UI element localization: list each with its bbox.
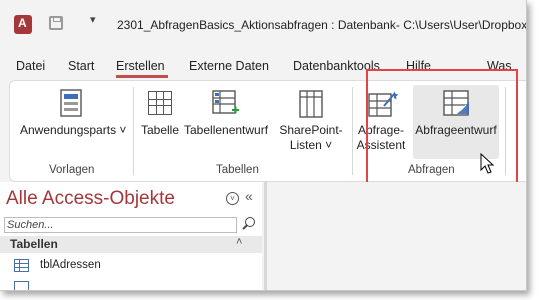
sharepoint-lists-icon xyxy=(299,90,323,118)
tab-start[interactable]: Start xyxy=(68,59,94,73)
document-area xyxy=(268,182,526,290)
window-title: 2301_AbfragenBasics_Aktionsabfragen : Da… xyxy=(117,18,527,32)
access-app-icon[interactable] xyxy=(14,15,32,34)
group-separator xyxy=(352,87,353,175)
table-icon xyxy=(14,259,29,272)
table-design-icon xyxy=(212,90,239,114)
anwendungsparts-button[interactable]: Anwendungsparts ˅ xyxy=(20,87,127,157)
tabellenentwurf-button[interactable]: Tabellenentwurf xyxy=(184,87,268,157)
tab-datei[interactable]: Datei xyxy=(16,59,45,73)
nav-search-input[interactable]: Suchen... xyxy=(4,217,237,233)
navigation-pane: Alle Access-Objekte ˅ « Suchen... Tabell… xyxy=(0,182,262,290)
nav-item-tbladressen[interactable]: tblAdressen xyxy=(10,257,260,275)
collapse-group-chevron-icon[interactable]: ˄ xyxy=(236,236,242,248)
table-icon xyxy=(148,91,172,115)
save-icon[interactable] xyxy=(49,16,63,30)
sharepoint-label-line2: Listen ˅ xyxy=(289,138,333,152)
application-parts-icon xyxy=(60,89,82,117)
anwendungsparts-label: Anwendungsparts ˅ xyxy=(20,123,127,137)
group-label-vorlagen: Vorlagen xyxy=(49,164,95,176)
sharepoint-listen-button[interactable]: SharePoint- Listen ˅ xyxy=(272,87,350,157)
group-separator xyxy=(133,87,134,175)
nav-group-tabellen[interactable]: Tabellen ˄ xyxy=(0,236,262,253)
active-tab-indicator xyxy=(116,75,168,78)
group-label-tabellen: Tabellen xyxy=(216,164,259,176)
nav-pane-title[interactable]: Alle Access-Objekte xyxy=(6,188,175,210)
tabellenentwurf-label: Tabellenentwurf xyxy=(184,123,269,137)
tab-externe-daten[interactable]: Externe Daten xyxy=(189,59,269,73)
nav-collapse-icon[interactable]: « xyxy=(245,188,253,204)
tabelle-label: Tabelle xyxy=(140,123,180,137)
nav-group-label: Tabellen xyxy=(10,237,58,251)
title-bar: ▾ 2301_AbfragenBasics_Aktionsabfragen : … xyxy=(0,0,526,50)
nav-search-button[interactable] xyxy=(240,215,258,233)
abfragen-highlight-frame xyxy=(366,69,518,187)
access-window: ▾ 2301_AbfragenBasics_Aktionsabfragen : … xyxy=(0,0,527,291)
nav-pane-splitter[interactable] xyxy=(264,182,267,290)
table-icon[interactable] xyxy=(14,281,29,290)
tabelle-button[interactable]: Tabelle xyxy=(138,87,182,157)
sharepoint-label-line1: SharePoint- xyxy=(279,123,343,137)
nav-menu-chevron-icon[interactable]: ˅ xyxy=(226,192,239,205)
search-icon-handle xyxy=(242,224,248,230)
nav-item-label: tblAdressen xyxy=(40,259,101,271)
tab-erstellen[interactable]: Erstellen xyxy=(116,59,165,73)
customize-quick-access-chevron-icon[interactable]: ▾ xyxy=(90,13,96,26)
